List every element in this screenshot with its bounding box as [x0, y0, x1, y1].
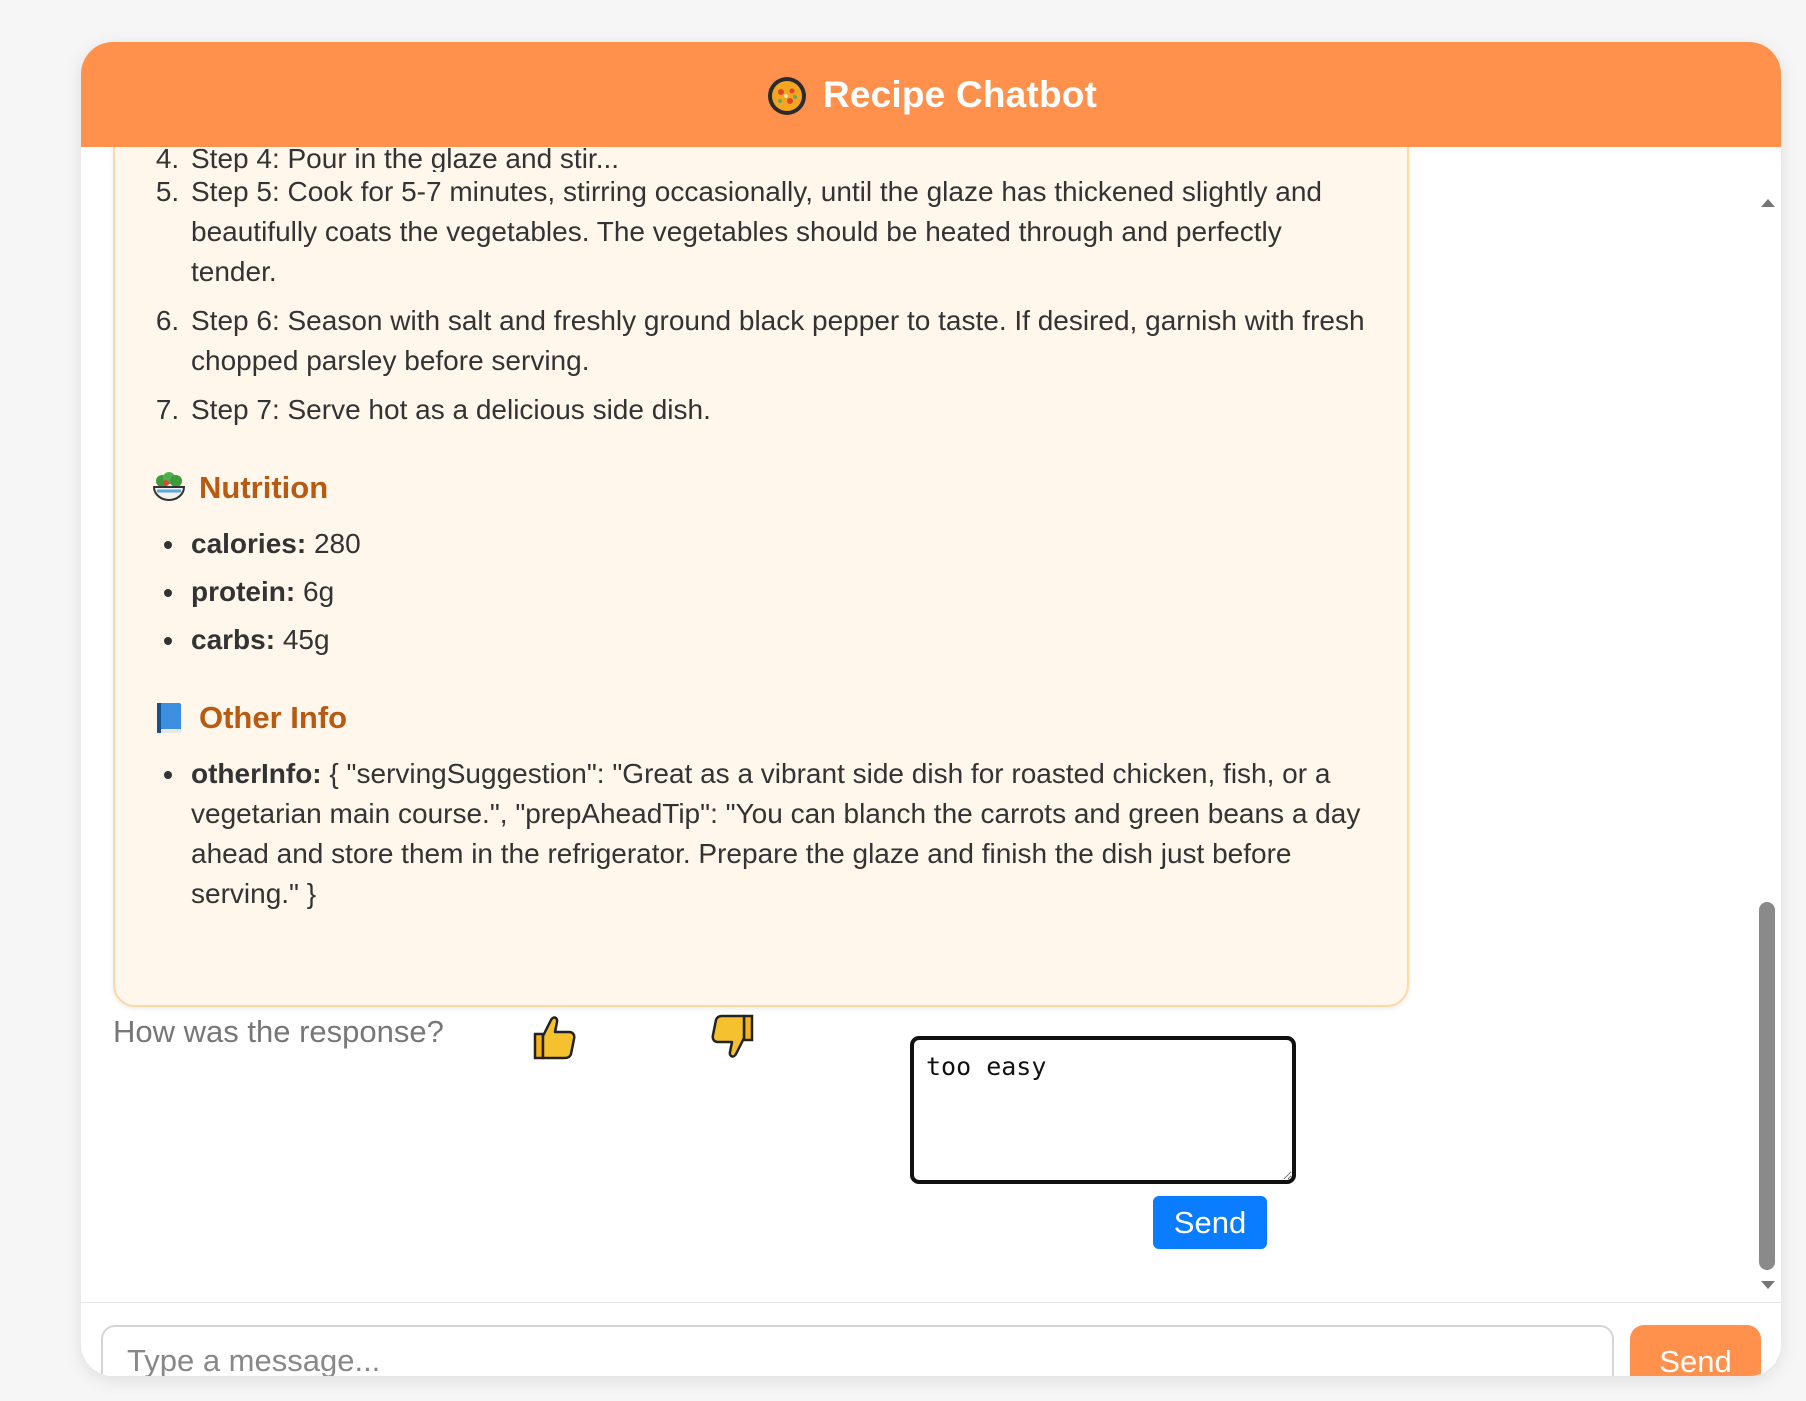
step-item: Step 5: Cook for 5-7 minutes, stirring o…	[187, 172, 1371, 292]
scroll-down-arrow-icon[interactable]	[1761, 1281, 1775, 1289]
scrollbar-thumb[interactable]	[1759, 902, 1775, 1270]
nutrition-item: protein: 6g	[187, 572, 1371, 612]
step-item: Step 7: Serve hot as a delicious side di…	[187, 390, 1371, 430]
nutrition-value: 45g	[275, 624, 330, 655]
message-send-button[interactable]: Send	[1630, 1325, 1761, 1376]
nutrition-heading: Nutrition	[151, 470, 1371, 506]
step-item: Step 4: Pour in the glaze and stir...	[187, 147, 1371, 172]
thumbs-up-icon[interactable]	[529, 1012, 579, 1062]
steps-list: Step 5: Cook for 5-7 minutes, stirring o…	[151, 172, 1371, 430]
nutrition-value: 6g	[295, 576, 335, 607]
recipe-message-bubble: Step 4: Pour in the glaze and stir... St…	[113, 147, 1409, 1007]
nutrition-item: calories: 280	[187, 524, 1371, 564]
feedback-label: How was the response?	[113, 1014, 444, 1049]
other-info-value: { "servingSuggestion": "Great as a vibra…	[191, 758, 1361, 909]
other-info-item: otherInfo: { "servingSuggestion": "Great…	[187, 754, 1371, 914]
scroll-up-arrow-icon[interactable]	[1761, 199, 1775, 207]
nutrition-value: 280	[306, 528, 361, 559]
clipped-step-line: Step 4: Pour in the glaze and stir...	[151, 147, 1371, 172]
message-input[interactable]	[101, 1325, 1614, 1376]
composer-bar: Send	[81, 1302, 1781, 1376]
other-info-title: Other Info	[199, 700, 348, 735]
nutrition-key: calories:	[191, 528, 307, 559]
nutrition-key: carbs:	[191, 624, 276, 655]
nutrition-item: carbs: 45g	[187, 620, 1371, 660]
step-item: Step 6: Season with salt and freshly gro…	[187, 301, 1371, 381]
nutrition-list: calories: 280 protein: 6g carbs: 45g	[151, 524, 1371, 660]
chat-window: Recipe Chatbot Step 4: Pour in the glaze…	[81, 42, 1781, 1376]
feedback-comment-textarea[interactable]	[910, 1036, 1296, 1184]
other-info-key: otherInfo:	[191, 758, 322, 789]
nutrition-title: Nutrition	[199, 470, 329, 505]
blue-book-icon	[151, 700, 187, 736]
salad-bowl-icon	[151, 470, 187, 506]
app-header: Recipe Chatbot	[81, 42, 1781, 147]
other-info-heading: Other Info	[151, 700, 1371, 736]
app-title: Recipe Chatbot	[822, 73, 1098, 115]
other-info-list: otherInfo: { "servingSuggestion": "Great…	[151, 754, 1371, 914]
thumbs-down-icon[interactable]	[708, 1012, 758, 1062]
chat-scrollbar[interactable]	[1753, 147, 1781, 1302]
nutrition-key: protein:	[191, 576, 296, 607]
paella-pan-icon	[765, 73, 809, 117]
feedback-send-button[interactable]: Send	[1153, 1196, 1267, 1249]
